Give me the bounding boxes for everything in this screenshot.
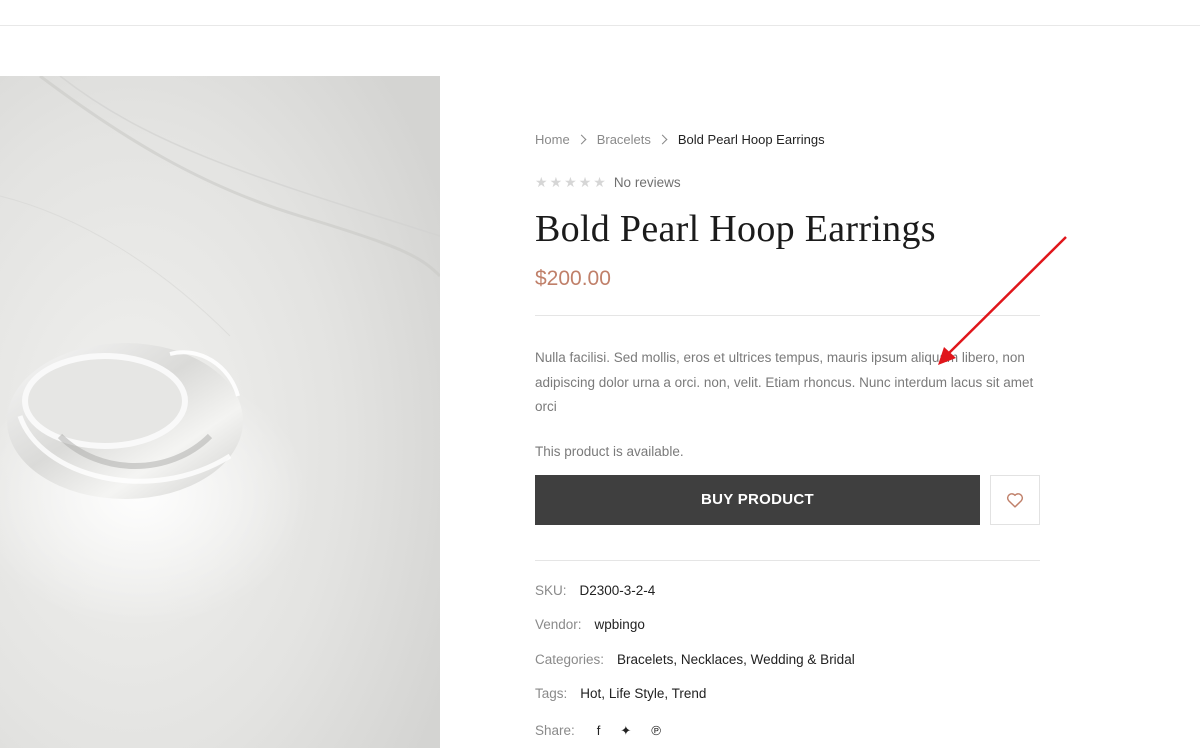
facebook-icon[interactable]: f: [597, 723, 601, 739]
category-link[interactable]: Bracelets: [617, 652, 673, 667]
divider: [535, 315, 1040, 316]
wishlist-button[interactable]: [990, 474, 1040, 525]
tag-link[interactable]: Hot: [580, 686, 601, 701]
product-photo-ring: [0, 76, 440, 748]
star-icon: ★: [578, 174, 592, 190]
sku-value: D2300-3-2-4: [579, 582, 656, 598]
share-label: Share:: [535, 723, 575, 738]
sku-label: SKU:: [535, 582, 567, 598]
star-icon: ★: [564, 174, 577, 190]
star-icon: ★: [593, 174, 606, 190]
vendor-link[interactable]: wpbingo: [595, 617, 645, 632]
tag-link[interactable]: Trend: [672, 686, 707, 701]
product-price: $200.00: [535, 267, 611, 290]
reviews-count: No reviews: [613, 174, 681, 190]
product-image[interactable]: [0, 76, 440, 748]
breadcrumb: Home Bracelets Bold Pearl Hoop Earrings: [535, 128, 1040, 150]
product-info: Home Bracelets Bold Pearl Hoop Earrings …: [535, 128, 1040, 741]
tag-link[interactable]: Life Style: [609, 686, 665, 701]
rating-stars: ★ ★ ★ ★ ★: [535, 175, 606, 189]
tags-row: Tags: Hot, Life Style, Trend: [535, 686, 707, 701]
product-description: Nulla facilisi. Sed mollis, eros et ultr…: [535, 350, 1034, 414]
categories-row: Categories: Bracelets, Necklaces, Weddin…: [535, 651, 855, 667]
product-rating: ★ ★ ★ ★ ★ No reviews: [535, 171, 1040, 193]
twitter-icon[interactable]: ✦: [620, 723, 631, 739]
vendor-label: Vendor:: [535, 617, 582, 632]
category-link[interactable]: Wedding & Bridal: [751, 652, 855, 667]
chevron-right-icon: [657, 134, 668, 144]
sku-row: SKU: D2300-3-2-4: [535, 583, 1040, 618]
divider: [535, 559, 1040, 561]
category-link[interactable]: Necklaces: [681, 652, 743, 667]
star-icon: ★: [549, 174, 563, 190]
vendor-row: Vendor: wpbingo: [535, 617, 1040, 652]
heart-icon: [1006, 492, 1024, 508]
buy-product-button[interactable]: BUY PRODUCT: [535, 474, 980, 525]
product-actions: BUY PRODUCT: [535, 474, 1040, 525]
top-header-bar: [0, 0, 1200, 26]
tags-label: Tags:: [535, 686, 568, 701]
product-meta: SKU: D2300-3-2-4 Vendor: wpbingo Categor…: [535, 583, 1040, 741]
breadcrumb-home[interactable]: Home: [535, 132, 570, 147]
star-icon: ★: [535, 174, 548, 190]
categories-label: Categories:: [535, 651, 605, 667]
breadcrumb-current: Bold Pearl Hoop Earrings: [677, 131, 825, 147]
share-row: Share: f ✦ ℗: [535, 721, 1040, 741]
product-title: Bold Pearl Hoop Earrings: [535, 208, 936, 250]
availability-status: This product is available.: [535, 443, 684, 459]
pinterest-icon[interactable]: ℗: [651, 723, 661, 739]
breadcrumb-category[interactable]: Bracelets: [597, 132, 651, 147]
chevron-right-icon: [576, 134, 587, 144]
